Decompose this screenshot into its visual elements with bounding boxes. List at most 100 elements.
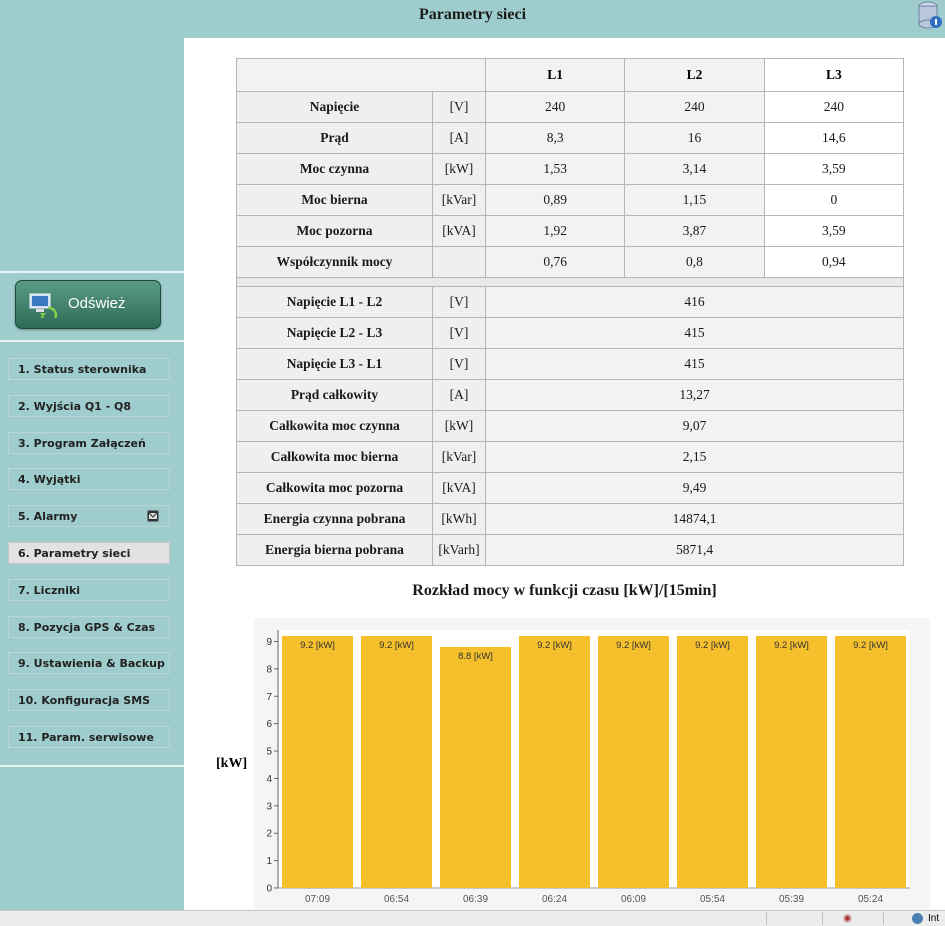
row-name: Napięcie [236, 91, 433, 123]
sidebar-item-label: 1. Status sterownika [18, 363, 147, 376]
row-name: Całkowita moc pozorna [236, 472, 433, 504]
sidebar-item-label: 3. Program Załączeń [18, 436, 146, 450]
x-tick-label: 06:24 [542, 894, 567, 905]
y-tick-label: 5 [266, 747, 272, 758]
sidebar-item-label: 8. Pozycja GPS & Czas [18, 620, 156, 634]
value-l1: 0,76 [484, 246, 626, 278]
sidebar-item-label: 6. Parametry sieci [18, 546, 131, 560]
value-l2: 240 [624, 91, 765, 123]
row-value: 9,07 [485, 410, 904, 442]
sidebar-item-program-zalaczen[interactable]: 3. Program Załączeń [8, 431, 170, 454]
bar-data-label: 9.2 [kW] [300, 640, 335, 651]
sidebar-item-konfiguracja-sms[interactable]: 10. Konfiguracja SMS [8, 689, 170, 712]
column-header-l3: L3 [763, 58, 905, 92]
sidebar-item-label: 10. Konfiguracja SMS [18, 694, 151, 708]
table-row: Napięcie L3 - L1 [V] 415 [236, 348, 904, 380]
y-tick-label: 7 [266, 692, 272, 703]
table-row: Napięcie [V] 240 240 240 [236, 91, 905, 123]
y-tick-label: 8 [266, 664, 272, 675]
x-tick-label: 06:39 [463, 894, 488, 905]
sidebar-item-parametry-sieci[interactable]: 6. Parametry sieci [8, 541, 170, 564]
sidebar-item-status-sterownika[interactable]: 1. Status sterownika [8, 358, 170, 380]
value-l1: 0,89 [484, 184, 626, 216]
row-unit: [kWh] [432, 503, 486, 535]
chart-bar [519, 636, 590, 888]
row-name: Całkowita moc czynna [236, 410, 433, 442]
page-title: Parametry sieci [418, 6, 527, 23]
row-name: Prąd [236, 122, 433, 154]
chart-bar [598, 636, 669, 888]
row-value: 415 [485, 348, 904, 380]
row-unit: [V] [432, 348, 486, 380]
y-tick-label: 3 [266, 801, 272, 812]
chart-y-axis-label: [kW] [216, 756, 248, 771]
bar-data-label: 8.8 [kW] [458, 651, 493, 662]
sidebar-item-wyjatki[interactable]: 4. Wyjątki [8, 468, 170, 491]
chart-bar [756, 636, 827, 888]
row-value: 415 [485, 317, 904, 349]
y-tick-label: 9 [266, 637, 272, 648]
value-l3: 3,59 [763, 215, 905, 247]
sidebar-item-label: 9. Ustawienia & Backup [18, 657, 165, 671]
table-row: Energia bierna pobrana [kVarh] 5871,4 [236, 534, 904, 566]
bar-data-label: 9.2 [kW] [379, 640, 414, 651]
row-name: Moc czynna [236, 153, 433, 185]
row-unit: [kW] [432, 410, 486, 442]
sidebar-item-pozycja-gps[interactable]: 8. Pozycja GPS & Czas [8, 615, 170, 638]
main-content: L1 L2 L3 Napięcie [V] 240 240 240 Prąd [… [184, 38, 945, 910]
table-row: Prąd całkowity [A] 13,27 [236, 379, 904, 411]
table-row: Moc pozorna [kVA] 1,92 3,87 3,59 [236, 215, 905, 247]
top-bar: Parametry sieci [0, 0, 945, 38]
status-bar: ◉ Int [0, 910, 945, 926]
chart-title: Rozkład mocy w funkcji czasu [kW]/[15min… [412, 582, 717, 599]
status-divider [883, 912, 884, 925]
y-tick-label: 6 [266, 719, 272, 730]
sidebar-item-label: 11. Param. serwisowe [18, 730, 154, 744]
status-divider [822, 912, 823, 925]
value-l1: 1,53 [484, 153, 626, 185]
sidebar-item-label: 4. Wyjątki [18, 473, 81, 487]
bar-data-label: 9.2 [kW] [853, 640, 888, 651]
row-unit: [kVA] [432, 472, 486, 504]
sidebar-divider [0, 765, 184, 767]
refresh-computer-icon [29, 293, 58, 318]
x-tick-label: 05:24 [858, 894, 883, 905]
column-header-l2: L2 [624, 58, 765, 92]
y-tick-label: 0 [266, 884, 272, 895]
value-l2: 0,8 [624, 246, 765, 278]
row-unit: [kVar] [432, 441, 486, 473]
sidebar-item-ustawienia-backup[interactable]: 9. Ustawienia & Backup [8, 652, 170, 675]
value-l2: 3,87 [624, 215, 765, 247]
sidebar-item-alarmy[interactable]: 5. Alarmy [8, 505, 170, 528]
sidebar-item-label: 5. Alarmy [18, 510, 78, 524]
status-divider [766, 912, 767, 925]
sidebar-item-liczniki[interactable]: 7. Liczniki [8, 578, 170, 601]
database-icon[interactable] [917, 0, 943, 32]
column-header-l1: L1 [484, 58, 626, 92]
value-l3: 0 [763, 184, 905, 216]
mail-icon [147, 510, 159, 522]
table-row: Całkowita moc czynna [kW] 9,07 [236, 410, 904, 442]
power-chart: 0 1 2 3 4 5 6 7 8 9 9.2 [kW] 07:09 9.2 [kW] 06:54 8.8 … [254, 618, 930, 910]
value-l1: 240 [484, 91, 626, 123]
value-l3: 14,6 [763, 122, 905, 154]
row-unit: [V] [432, 286, 486, 318]
sidebar-item-wyjscia[interactable]: 2. Wyjścia Q1 - Q8 [8, 394, 170, 417]
sidebar-divider [0, 271, 184, 273]
row-name: Prąd całkowity [236, 379, 433, 411]
row-value: 9,49 [485, 472, 904, 504]
row-name: Napięcie L2 - L3 [236, 317, 433, 349]
privacy-icon[interactable]: ◉ [843, 913, 852, 924]
row-name: Energia bierna pobrana [236, 534, 433, 566]
value-l1: 1,92 [484, 215, 626, 247]
table-row: Całkowita moc pozorna [kVA] 9,49 [236, 472, 904, 504]
separator-cell [236, 277, 904, 287]
status-zone-text: Int [928, 913, 940, 924]
row-name: Współczynnik mocy [236, 246, 433, 278]
row-value: 2,15 [485, 441, 904, 473]
sidebar-item-param-serwisowe[interactable]: 11. Param. serwisowe [8, 725, 170, 748]
row-name: Moc bierna [236, 184, 433, 216]
refresh-button[interactable]: Odśwież [15, 280, 161, 329]
bar-data-label: 9.2 [kW] [774, 640, 809, 651]
row-unit: [kVA] [432, 215, 486, 247]
